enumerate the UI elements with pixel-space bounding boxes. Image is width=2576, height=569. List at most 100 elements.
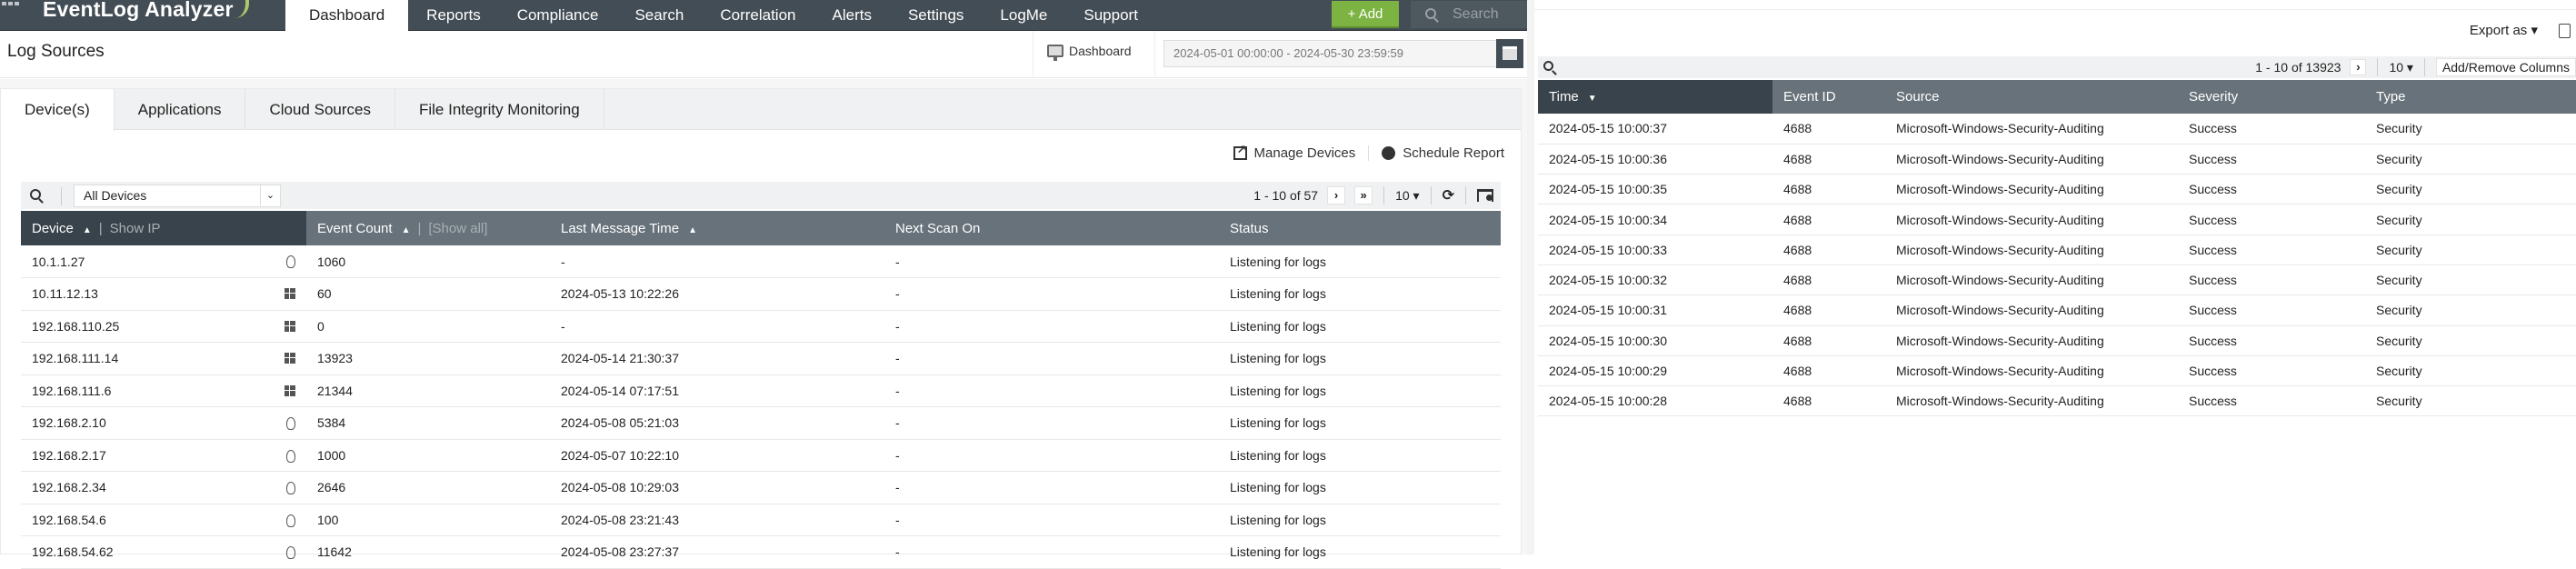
device-row[interactable]: 192.168.2.10 5384 2024-05-08 05:21:03- List…: [21, 406, 1501, 440]
column-header-last-message-time[interactable]: Last Message Time ▲: [550, 211, 884, 245]
device-name[interactable]: 192.168.2.10: [32, 415, 106, 430]
event-row[interactable]: 2024-05-15 10:00:35 4688 Microsoft-Windows…: [1538, 174, 2576, 205]
event-count-cell[interactable]: 11642: [306, 535, 550, 569]
subtab-applications[interactable]: Applications: [115, 89, 246, 130]
device-name[interactable]: 10.11.12.13: [32, 286, 98, 301]
filter-search-icon[interactable]: [30, 189, 41, 200]
time-cell: 2024-05-15 10:00:33: [1538, 235, 1772, 265]
device-filter-select[interactable]: All Devices ⌄: [74, 185, 281, 207]
next-page-button[interactable]: ›: [1327, 186, 1346, 205]
nav-tab-search[interactable]: Search: [616, 0, 702, 31]
device-row[interactable]: 192.168.54.62 11642 2024-05-08 23:27:37- Li…: [21, 535, 1501, 569]
column-header-source[interactable]: Source: [1885, 80, 2178, 114]
device-row[interactable]: 192.168.110.25 0- - Listening for logs: [21, 310, 1501, 343]
column-settings-icon[interactable]: [1477, 189, 1493, 202]
device-name[interactable]: 192.168.2.34: [32, 480, 106, 494]
event-row[interactable]: 2024-05-15 10:00:34 4688 Microsoft-Windows…: [1538, 204, 2576, 235]
schedule-export-icon[interactable]: [2559, 24, 2571, 38]
event-count-cell[interactable]: 100: [306, 504, 550, 536]
add-button[interactable]: + Add: [1332, 1, 1399, 28]
nav-tab-compliance[interactable]: Compliance: [499, 0, 617, 31]
manage-devices-button[interactable]: Manage Devices: [1233, 143, 1356, 161]
column-header-time[interactable]: Time ▼: [1538, 80, 1772, 114]
nav-tab-settings[interactable]: Settings: [890, 0, 982, 31]
global-search-input[interactable]: Search: [1411, 1, 1527, 28]
source-cell: Microsoft-Windows-Security-Auditing: [1885, 294, 2178, 326]
device-name[interactable]: 192.168.2.17: [32, 448, 106, 463]
show-ip-link[interactable]: Show IP: [110, 221, 161, 236]
column-header-event-count[interactable]: Event Count ▲ | [Show all]: [306, 211, 550, 245]
date-range-input[interactable]: 2024-05-01 00:00:00 - 2024-05-30 23:59:5…: [1163, 40, 1503, 67]
event-row[interactable]: 2024-05-15 10:00:29 4688 Microsoft-Windows…: [1538, 355, 2576, 387]
device-row[interactable]: 10.1.1.27 1060- - Listening for logs: [21, 245, 1501, 278]
nav-tab-support[interactable]: Support: [1065, 0, 1156, 31]
event-id-cell: 4688: [1772, 235, 1885, 265]
device-name[interactable]: 10.1.1.27: [32, 255, 85, 269]
status-cell: Listening for logs: [1219, 245, 1501, 278]
page-size-select[interactable]: 10 ▾: [2389, 60, 2413, 75]
column-header-severity[interactable]: Severity: [2178, 80, 2365, 114]
device-row[interactable]: 192.168.2.17 1000 2024-05-07 10:22:10- List…: [21, 439, 1501, 472]
event-row[interactable]: 2024-05-15 10:00:30 4688 Microsoft-Windows…: [1538, 325, 2576, 356]
column-header-next-scan-on[interactable]: Next Scan On: [884, 211, 1219, 245]
event-count-cell[interactable]: 5384: [306, 406, 550, 440]
calendar-button[interactable]: [1496, 39, 1523, 68]
time-cell: 2024-05-15 10:00:37: [1538, 114, 1772, 145]
subtab-file-integrity-monitoring[interactable]: File Integrity Monitoring: [395, 89, 604, 130]
next-scan-cell: -: [884, 374, 1219, 407]
event-row[interactable]: 2024-05-15 10:00:31 4688 Microsoft-Windows…: [1538, 294, 2576, 326]
nav-tab-correlation[interactable]: Correlation: [702, 0, 814, 31]
event-count-cell[interactable]: 60: [306, 277, 550, 311]
device-name[interactable]: 192.168.110.25: [32, 319, 119, 334]
last-page-button[interactable]: »: [1354, 186, 1373, 205]
page-size-select[interactable]: 10 ▾: [1395, 188, 1420, 204]
device-name[interactable]: 192.168.54.62: [32, 544, 114, 559]
next-page-button[interactable]: ›: [2350, 59, 2367, 75]
nav-tab-reports[interactable]: Reports: [408, 0, 499, 31]
event-row[interactable]: 2024-05-15 10:00:28 4688 Microsoft-Windows…: [1538, 385, 2576, 417]
device-name[interactable]: 192.168.111.14: [32, 351, 118, 365]
event-row[interactable]: 2024-05-15 10:00:33 4688 Microsoft-Windows…: [1538, 235, 2576, 265]
manage-devices-label: Manage Devices: [1253, 145, 1356, 161]
dashboard-link-label: Dashboard: [1069, 44, 1132, 58]
event-count-cell[interactable]: 13923: [306, 342, 550, 375]
event-row[interactable]: 2024-05-15 10:00:36 4688 Microsoft-Windows…: [1538, 144, 2576, 175]
device-row[interactable]: 192.168.111.14 13923 2024-05-14 21:30:37- L…: [21, 342, 1501, 375]
nav-tab-logme[interactable]: LogMe: [982, 0, 1065, 31]
nav-tab-dashboard[interactable]: Dashboard: [285, 0, 409, 31]
export-as-dropdown[interactable]: Export as ▾: [2470, 22, 2538, 38]
dashboard-link[interactable]: Dashboard: [1047, 44, 1132, 61]
device-row[interactable]: 10.11.12.13 60 2024-05-13 10:22:26- Listeni…: [21, 277, 1501, 311]
app-grid-icon[interactable]: [2, 2, 22, 13]
add-remove-columns-button[interactable]: Add/Remove Columns: [2435, 58, 2576, 76]
event-count-cell[interactable]: 1000: [306, 439, 550, 472]
device-name[interactable]: 192.168.54.6: [32, 513, 106, 527]
device-row[interactable]: 192.168.54.6 100 2024-05-08 23:21:43- Liste…: [21, 504, 1501, 536]
app-logo: EventLog Analyzer: [43, 0, 234, 21]
subtab-cloud-sources[interactable]: Cloud Sources: [245, 89, 395, 130]
event-count-cell[interactable]: 2646: [306, 471, 550, 504]
nav-tab-alerts[interactable]: Alerts: [814, 0, 890, 31]
device-row[interactable]: 192.168.111.6 21344 2024-05-14 07:17:51- Li…: [21, 374, 1501, 407]
device-name[interactable]: 192.168.111.6: [32, 384, 111, 398]
column-header-status[interactable]: Status: [1219, 211, 1501, 245]
event-row[interactable]: 2024-05-15 10:00:32 4688 Microsoft-Windows…: [1538, 265, 2576, 296]
time-cell: 2024-05-15 10:00:31: [1538, 294, 1772, 326]
refresh-icon[interactable]: ⟳: [1443, 186, 1454, 205]
event-row[interactable]: 2024-05-15 10:00:37 4688 Microsoft-Windows…: [1538, 114, 2576, 145]
chevron-down-icon: ⌄: [260, 185, 280, 206]
filter-search-icon[interactable]: [1543, 61, 1553, 71]
column-header-device[interactable]: Device ▲ | Show IP: [21, 211, 306, 245]
column-header-event-id[interactable]: Event ID: [1772, 80, 1885, 114]
event-count-cell[interactable]: 0: [306, 310, 550, 343]
device-row[interactable]: 192.168.2.34 2646 2024-05-08 10:29:03- List…: [21, 471, 1501, 504]
type-cell: Security: [2365, 325, 2576, 356]
show-all-link[interactable]: [Show all]: [428, 221, 487, 236]
event-count-cell[interactable]: 21344: [306, 374, 550, 407]
event-count-cell[interactable]: 1060: [306, 245, 550, 278]
status-cell: Listening for logs: [1219, 406, 1501, 440]
column-header-type[interactable]: Type: [2365, 80, 2576, 114]
windows-icon: [285, 353, 295, 364]
subtab-device-s[interactable]: Device(s): [1, 89, 115, 131]
schedule-report-button[interactable]: Schedule Report: [1368, 145, 1504, 161]
